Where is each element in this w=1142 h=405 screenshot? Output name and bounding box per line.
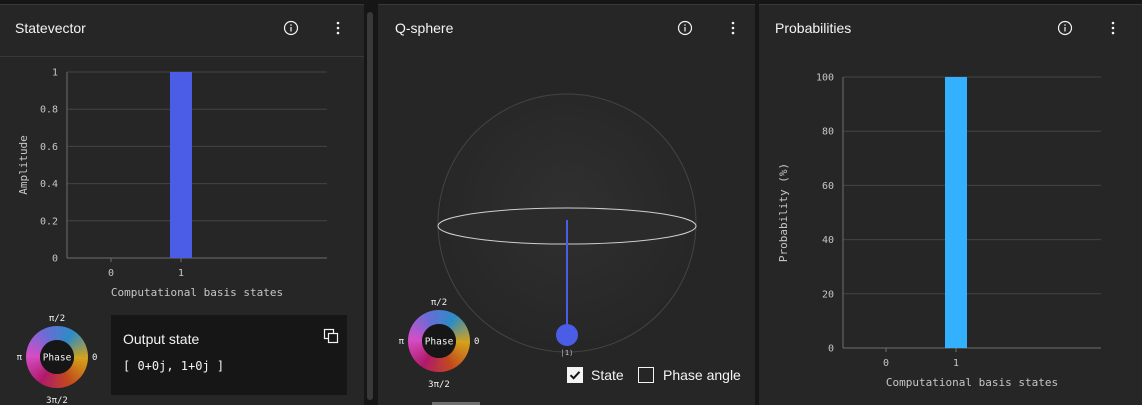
phase-label-top: π/2 [49, 314, 65, 324]
checkmark-icon [569, 371, 581, 380]
info-icon[interactable] [283, 20, 299, 36]
y-tick-label: 0.6 [40, 142, 58, 153]
y-axis-label: Probability (%) [777, 163, 790, 262]
phase-label-left: π [399, 337, 405, 347]
phase-label-bottom: 3π/2 [428, 380, 450, 389]
phase-label-left: π [17, 353, 23, 363]
phase-wheel-center-label: Phase [43, 353, 72, 364]
y-tick-label: 20 [822, 289, 834, 300]
x-tick-label: 1 [953, 358, 959, 369]
qsphere-panel: Q-sphere |1⟩ Phase π/2 3π/2 π 0 State Phase … [378, 4, 755, 405]
y-tick-label: 0 [52, 254, 58, 265]
probabilities-chart: 0 20 40 60 80 100 0 1 Computational basis states… [777, 73, 1101, 389]
x-axis-label: Computational basis states [111, 286, 283, 299]
y-tick-label: 1 [52, 68, 58, 79]
phase-label-right: 0 [92, 353, 97, 363]
y-tick-label: 0 [828, 344, 834, 355]
phase-wheel-center-label: Phase [425, 337, 454, 348]
y-tick-label: 60 [822, 181, 834, 192]
y-tick-label: 0.4 [40, 179, 58, 190]
x-tick-label: 0 [883, 358, 889, 369]
phase-label-top: π/2 [431, 298, 447, 308]
y-tick-label: 0.8 [40, 105, 58, 116]
panel-top-border [759, 4, 1142, 5]
output-state-title: Output state [123, 331, 200, 347]
copy-icon[interactable] [323, 328, 339, 344]
phase-label-bottom: 3π/2 [46, 396, 68, 405]
overflow-menu-icon[interactable] [1105, 20, 1121, 36]
x-tick-label: 1 [178, 268, 184, 279]
x-axis-label: Computational basis states [886, 376, 1058, 389]
y-tick-label: 40 [822, 235, 834, 246]
statevector-panel: Statevector 0 0.2 0.4 0.6 0.8 1 0 1 Computationa… [0, 4, 364, 405]
probabilities-title: Probabilities [775, 20, 852, 36]
phase-angle-checkbox-label[interactable]: Phase angle [663, 367, 741, 383]
y-tick-label: 80 [822, 127, 834, 138]
y-tick-label: 100 [816, 73, 834, 84]
state-node[interactable] [556, 324, 578, 346]
state-node-label: |1⟩ [561, 349, 574, 357]
phase-label-right: 0 [474, 337, 479, 347]
bar [170, 72, 192, 258]
statevector-title: Statevector [15, 20, 86, 36]
y-tick-label: 0.2 [40, 216, 58, 227]
info-icon[interactable] [1057, 20, 1073, 36]
phase-wheel: Phase π/2 3π/2 π 0 [17, 314, 98, 405]
x-tick-label: 0 [108, 268, 114, 279]
panel-top-border [0, 4, 364, 5]
phase-wheel: Phase π/2 3π/2 π 0 [399, 298, 480, 389]
panel-scrollbar[interactable] [367, 12, 373, 400]
output-state-box: Output state [ 0+0j, 1+0j ] [111, 315, 347, 395]
y-axis-label: Amplitude [17, 135, 30, 195]
state-checkbox[interactable] [567, 367, 583, 383]
overflow-menu-icon[interactable] [330, 20, 346, 36]
phase-angle-checkbox[interactable] [638, 367, 654, 383]
output-state-value: [ 0+0j, 1+0j ] [123, 359, 225, 373]
probabilities-panel: Probabilities 0 20 40 60 80 100 0 1 Computationa… [759, 4, 1142, 405]
state-checkbox-label[interactable]: State [591, 367, 624, 383]
bar [945, 77, 967, 348]
statevector-chart: 0 0.2 0.4 0.6 0.8 1 0 1 Computational basis stat… [17, 68, 327, 299]
